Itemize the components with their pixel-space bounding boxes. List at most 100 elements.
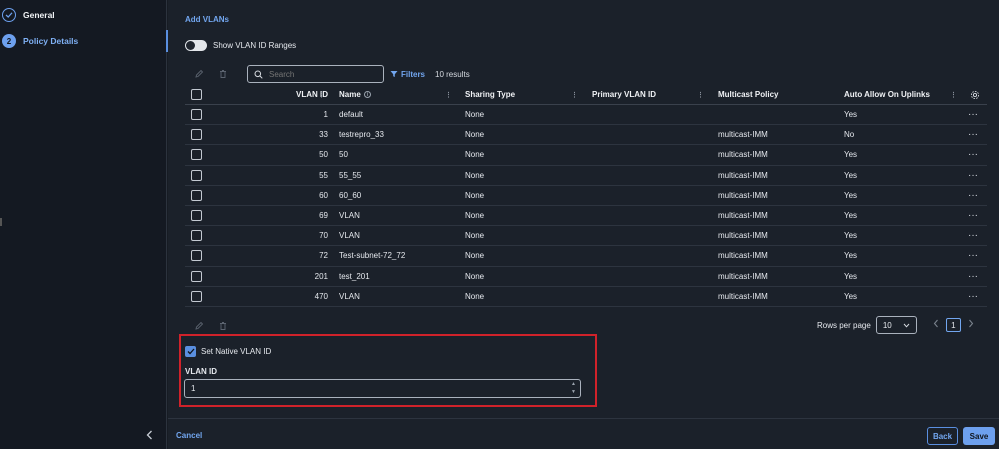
table-row[interactable]: 55 55_55 None multicast-IMM Yes ··· [185,166,987,186]
pagination: Rows per page 10 1 [817,316,974,334]
sort-icon[interactable]: ⋮ [445,85,452,104]
more-actions-icon[interactable]: ··· [968,267,978,286]
row-select-cell [191,145,202,164]
sort-icon[interactable]: ⋮ [571,85,578,104]
table-row[interactable]: 201 test_201 None multicast-IMM Yes ··· [185,267,987,287]
vlan-id-cell: 72 [319,251,328,261]
current-page[interactable]: 1 [945,318,961,332]
auto-allow-cell: No [844,130,855,140]
name-cell: testrepro_33 [339,130,384,140]
wizard-sidebar: General 2 Policy Details [0,0,167,449]
more-actions-icon[interactable]: ··· [968,105,978,124]
multicast-policy-cell: multicast-IMM [718,251,768,261]
select-all-checkbox[interactable] [191,89,202,100]
row-checkbox[interactable] [191,149,202,161]
row-checkbox[interactable] [191,109,202,121]
row-select-cell [191,125,202,144]
set-native-vlan-label: Set Native VLAN ID [201,347,272,356]
sort-icon[interactable]: ⋮ [950,85,957,104]
row-checkbox[interactable] [191,210,202,222]
table-row[interactable]: 70 VLAN None multicast-IMM Yes ··· [185,226,987,247]
more-actions-icon[interactable]: ··· [968,206,978,225]
vlan-id-cell: 70 [319,231,328,241]
table-row[interactable]: 1 default None Yes ··· [185,105,987,126]
row-checkbox[interactable] [191,129,202,141]
table-row[interactable]: 72 Test-subnet-72_72 None multicast-IMM … [185,246,987,267]
trash-icon[interactable] [216,67,230,81]
rows-per-page-select[interactable]: 10 [875,316,917,334]
sharing-type-cell: None [465,291,485,301]
row-checkbox[interactable] [191,230,202,242]
save-button[interactable]: Save [963,427,995,445]
row-checkbox[interactable] [191,250,202,262]
name-cell: VLAN [339,291,360,301]
sharing-type-cell: None [465,251,485,261]
col-name-label: Name [339,90,361,99]
row-checkbox[interactable] [191,189,202,201]
table-row[interactable]: 60 60_60 None multicast-IMM Yes ··· [185,186,987,206]
sort-icon[interactable]: ⋮ [697,85,704,104]
row-checkbox[interactable] [191,290,202,302]
table-row[interactable]: 50 50 None multicast-IMM Yes ··· [185,145,987,166]
search-input[interactable] [269,69,369,79]
row-select-cell [191,105,202,124]
stepper-up-icon[interactable]: ▲ [571,381,576,388]
col-primary-vlan-id[interactable]: Primary VLAN ID [592,85,656,104]
chevron-right-icon[interactable] [968,319,974,331]
number-stepper[interactable]: ▲ ▼ [569,381,578,396]
set-native-vlan-checkbox[interactable] [185,346,196,357]
more-actions-icon[interactable]: ··· [968,287,978,306]
gear-icon[interactable] [970,85,980,104]
table-footer-tools [192,319,230,333]
sort-icon[interactable]: ⋮ [318,85,325,104]
search-field[interactable] [247,65,384,83]
col-vlan-id[interactable]: VLAN ID [209,85,328,104]
auto-allow-cell: Yes [844,271,858,281]
more-actions-icon[interactable]: ··· [968,145,978,164]
vlan-id-value: 1 [191,384,196,393]
row-checkbox[interactable] [191,270,202,282]
show-vlan-ranges-label: Show VLAN ID Ranges [213,41,297,50]
back-button[interactable]: Back [927,427,958,445]
more-actions-icon[interactable]: ··· [968,186,978,205]
add-vlans-link[interactable]: Add VLANs [185,15,229,24]
more-actions-icon[interactable]: ··· [968,166,978,185]
chevron-down-icon [903,323,910,328]
col-multicast-policy[interactable]: Multicast Policy [718,85,778,104]
col-sharing-type[interactable]: Sharing Type [465,85,515,104]
more-actions-icon[interactable]: ··· [968,246,978,265]
vlan-id-cell: 60 [319,190,328,200]
sharing-type-cell: None [465,231,485,241]
chevron-left-icon[interactable] [143,428,155,442]
table-row[interactable]: 69 VLAN None multicast-IMM Yes ··· [185,206,987,227]
vlan-id-cell: 470 [314,291,328,301]
chevron-left-icon[interactable] [933,319,939,331]
auto-allow-cell: Yes [844,291,858,301]
vlan-id-input[interactable]: 1 ▲ ▼ [184,379,581,398]
auto-allow-cell: Yes [844,150,858,160]
more-actions-icon[interactable]: ··· [968,125,978,144]
row-checkbox[interactable] [191,169,202,181]
filters-button[interactable]: Filters [390,70,425,79]
multicast-policy-cell: multicast-IMM [718,150,768,160]
stepper-down-icon[interactable]: ▼ [571,389,576,396]
multicast-policy-cell: multicast-IMM [718,211,768,221]
pencil-icon[interactable] [192,67,206,81]
pencil-icon[interactable] [192,319,206,333]
col-name[interactable]: Name i [339,85,371,104]
trash-icon[interactable] [216,319,230,333]
vlan-id-cell: 1 [323,110,328,120]
cancel-button[interactable]: Cancel [176,431,202,440]
show-vlan-ranges-toggle[interactable] [185,40,207,51]
sharing-type-cell: None [465,130,485,140]
step-policy-details[interactable]: 2 Policy Details [2,33,78,49]
auto-allow-cell: Yes [844,211,858,221]
step-general[interactable]: General [2,7,55,23]
rows-per-page-value: 10 [882,320,892,330]
col-auto-allow-on-uplinks[interactable]: Auto Allow On Uplinks [844,85,930,104]
table-row[interactable]: 33 testrepro_33 None multicast-IMM No ··… [185,125,987,146]
name-cell: VLAN [339,231,360,241]
table-row[interactable]: 470 VLAN None multicast-IMM Yes ··· [185,287,987,307]
more-actions-icon[interactable]: ··· [968,226,978,245]
name-cell: 60_60 [339,190,362,200]
